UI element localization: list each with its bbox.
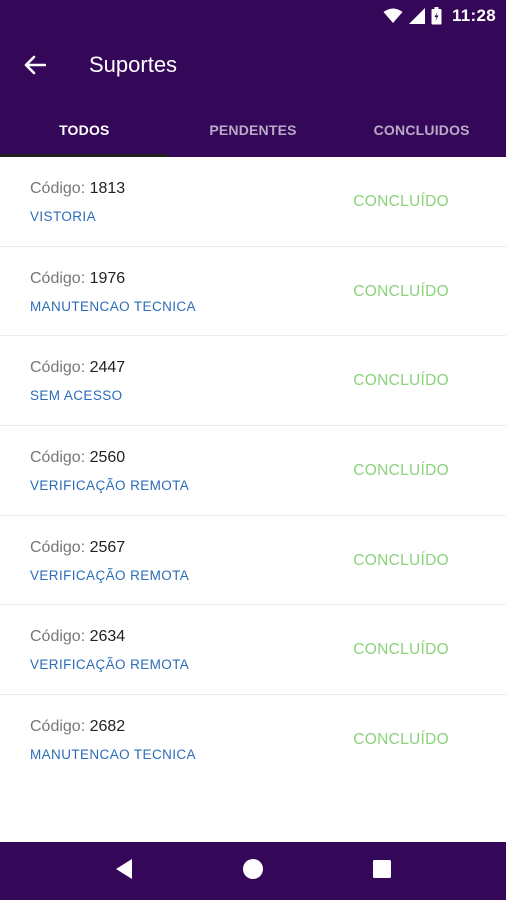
list-item[interactable]: Código: 2634 VERIFICAÇÃO REMOTA CONCLUÍD…: [0, 605, 506, 696]
app-bar: Suportes: [0, 32, 506, 102]
back-arrow-icon: [24, 55, 47, 80]
nav-back-button[interactable]: [100, 847, 148, 895]
support-type: SEM ACESSO: [30, 388, 123, 404]
support-type: MANUTENCAO TECNICA: [30, 747, 196, 763]
code-number: 2447: [89, 359, 126, 377]
status-label: CONCLUÍDO: [353, 282, 449, 300]
code-label: Código:: [30, 449, 86, 467]
support-type: VERIFICAÇÃO REMOTA: [30, 567, 190, 583]
code-label: Código:: [30, 628, 86, 646]
code-line: Código: 1813: [30, 180, 125, 198]
code-number: 2682: [89, 718, 126, 736]
status-label: CONCLUÍDO: [353, 193, 449, 210]
status-label: CONCLUÍDO: [353, 372, 449, 390]
status-label: CONCLUÍDO: [353, 462, 449, 480]
list-item[interactable]: Código: 1976 MANUTENCAO TECNICA CONCLUÍD…: [0, 247, 506, 337]
battery-icon: [431, 7, 442, 25]
list-item[interactable]: Código: 2560 VERIFICAÇÃO REMOTA CONCLUÍD…: [0, 426, 506, 516]
nav-home-button[interactable]: [229, 847, 277, 895]
code-line: Código: 2634: [30, 628, 125, 646]
code-number: 2560: [89, 449, 126, 467]
support-type: VERIFICAÇÃO REMOTA: [30, 478, 190, 494]
code-label: Código:: [30, 538, 86, 556]
nav-recents-button[interactable]: [358, 847, 406, 895]
status-bar: 11:28: [0, 0, 506, 32]
list-item[interactable]: Código: 2567 VERIFICAÇÃO REMOTA CONCLUÍD…: [0, 516, 506, 606]
code-number: 1813: [89, 180, 126, 197]
back-button[interactable]: [14, 46, 56, 88]
list-item[interactable]: Código: 2447 SEM ACESSO CONCLUÍDO: [0, 336, 506, 427]
code-line: Código: 1976: [30, 270, 125, 288]
tab-concluidos[interactable]: CONCLUIDOS: [337, 102, 506, 157]
tab-bar: TODOS PENDENTES CONCLUIDOS: [0, 102, 506, 157]
code-label: Código:: [30, 180, 86, 197]
tab-pendentes[interactable]: PENDENTES: [169, 102, 338, 157]
code-number: 2567: [89, 538, 126, 556]
code-line: Código: 2447: [30, 359, 125, 377]
tab-todos[interactable]: TODOS: [0, 102, 169, 157]
nav-back-icon: [114, 858, 134, 885]
support-type: VERIFICAÇÃO REMOTA: [30, 657, 190, 673]
code-line: Código: 2682: [30, 718, 125, 736]
status-label: CONCLUÍDO: [353, 641, 449, 659]
nav-recents-icon: [372, 859, 392, 884]
support-list: Código: 1813 VISTORIA CONCLUÍDO Código: …: [0, 157, 506, 842]
system-nav-bar: [0, 842, 506, 900]
page-title: Suportes: [89, 52, 178, 77]
support-type: MANUTENCAO TECNICA: [30, 298, 196, 314]
code-number: 1976: [89, 269, 126, 287]
code-number: 2634: [89, 628, 126, 646]
status-time: 11:28: [451, 6, 496, 25]
list-item[interactable]: Código: 2682 MANUTENCAO TECNICA CONCLUÍD…: [0, 695, 506, 785]
status-label: CONCLUÍDO: [353, 551, 449, 569]
code-label: Código:: [30, 269, 86, 287]
list-item[interactable]: Código: 1813 VISTORIA CONCLUÍDO: [0, 157, 506, 247]
code-line: Código: 2560: [30, 449, 125, 467]
code-label: Código:: [30, 718, 86, 736]
code-label: Código:: [30, 359, 86, 377]
signal-icon: [408, 8, 425, 24]
code-line: Código: 2567: [30, 539, 125, 557]
status-label: CONCLUÍDO: [353, 731, 449, 749]
wifi-icon: [383, 8, 403, 24]
nav-home-icon: [242, 858, 264, 885]
support-type: VISTORIA: [30, 209, 96, 224]
